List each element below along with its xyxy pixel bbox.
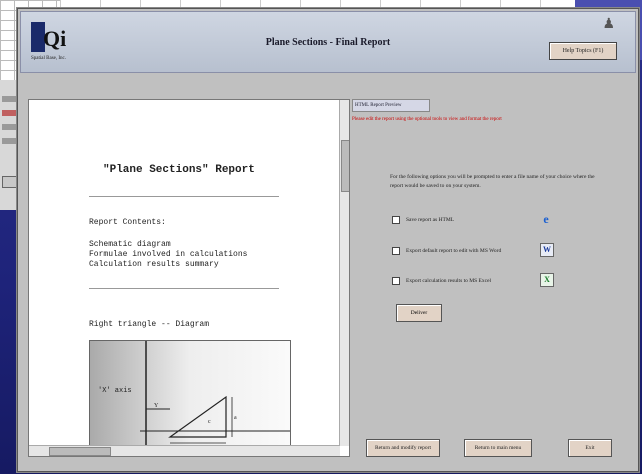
export-instructions: For the following options you will be pr… (390, 174, 595, 189)
option-label: Save report as HTML (406, 217, 455, 223)
svg-text:Y: Y (154, 403, 159, 409)
option-label: Export default report to edit with MS Wo… (406, 248, 502, 254)
diagram-heading: Right triangle -- Diagram (89, 320, 210, 329)
help-person-icon: ♟ (602, 17, 615, 32)
right-triangle-diagram: c a Y 'X' axis (89, 340, 291, 452)
divider (89, 196, 279, 197)
report-contents-item: Schematic diagram (89, 240, 171, 249)
option-export-excel[interactable]: Export calculation results to MS Excel (392, 277, 491, 285)
scroll-thumb[interactable] (49, 447, 111, 456)
checkbox[interactable] (392, 277, 400, 285)
report-preview-tag: HTML Report Preview (352, 99, 430, 112)
word-icon: W (540, 243, 554, 257)
triangle-drawing: c a Y (140, 341, 290, 451)
checkbox[interactable] (392, 247, 400, 255)
final-report-window: Qi Spatial Base, Inc. Plane Sections - F… (17, 8, 639, 472)
option-label: Export calculation results to MS Excel (406, 278, 492, 284)
logo-subtitle: Spatial Base, Inc. (31, 56, 66, 61)
ie-icon: e (543, 212, 549, 226)
report-vertical-scrollbar[interactable] (339, 100, 349, 446)
return-modify-button[interactable]: Return and modify report (366, 439, 440, 457)
report-contents-item: Formulae involved in calculations (89, 250, 248, 259)
window-header: Qi Spatial Base, Inc. Plane Sections - F… (20, 11, 636, 73)
exit-button[interactable]: Exit (568, 439, 612, 457)
report-contents-item: Calculation results summary (89, 260, 219, 269)
svg-text:a: a (234, 415, 237, 421)
divider (89, 288, 279, 289)
diagram-axis-label: 'X' axis (98, 387, 132, 395)
help-topics-button[interactable]: Help Topics (F1) (549, 42, 617, 60)
scroll-thumb[interactable] (341, 140, 349, 192)
report-horizontal-scrollbar[interactable] (29, 445, 340, 456)
report-preview-pane[interactable]: "Plane Sections" Report Report Contents:… (28, 99, 350, 457)
return-main-menu-button[interactable]: Return to main menu (464, 439, 532, 457)
option-save-html[interactable]: Save report as HTML (392, 216, 454, 224)
svg-text:c: c (208, 419, 211, 425)
report-title: "Plane Sections" Report (103, 164, 255, 176)
deliver-button[interactable]: Deliver (396, 304, 442, 322)
report-contents-heading: Report Contents: (89, 218, 166, 227)
option-export-word[interactable]: Export default report to edit with MS Wo… (392, 247, 501, 255)
checkbox[interactable] (392, 216, 400, 224)
page-title: Plane Sections - Final Report (265, 37, 391, 48)
report-document: "Plane Sections" Report Report Contents:… (29, 100, 339, 452)
edit-note: Please edit the report using the optiona… (352, 117, 502, 122)
export-options-pane: HTML Report Preview Please edit the repo… (352, 99, 632, 459)
excel-icon: X (540, 273, 554, 287)
